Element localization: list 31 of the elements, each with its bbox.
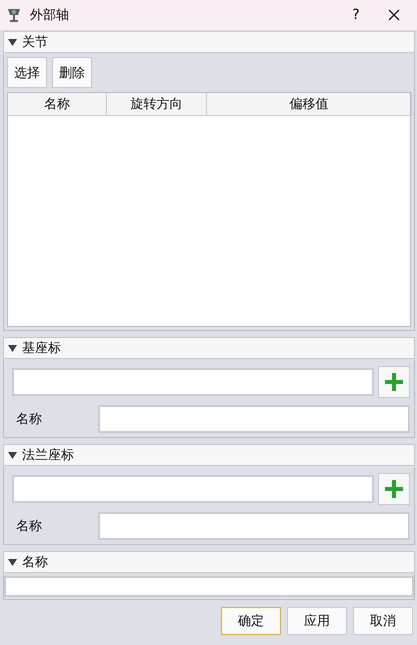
column-header[interactable]: 旋转方向 xyxy=(107,93,207,115)
toolbar-button[interactable]: 删除 xyxy=(52,57,92,88)
app-icon xyxy=(6,7,22,23)
dialog-button[interactable]: 取消 xyxy=(353,607,413,635)
field-label: 名称 xyxy=(15,411,43,428)
close-icon xyxy=(388,9,400,21)
field-label: 名称 xyxy=(15,518,43,535)
section-header[interactable]: 名称 xyxy=(3,551,415,573)
dialog-button[interactable]: 确定 xyxy=(221,607,281,635)
plus-icon xyxy=(384,479,404,499)
column-header[interactable]: 名称 xyxy=(8,93,107,115)
expanded-triangle-icon xyxy=(8,450,17,460)
help-button[interactable]: ? xyxy=(341,3,371,27)
add-button[interactable] xyxy=(378,473,410,505)
section-header[interactable]: 法兰座标 xyxy=(3,444,415,466)
plus-icon xyxy=(384,372,404,392)
frame-field[interactable] xyxy=(12,368,374,396)
expanded-triangle-icon xyxy=(8,558,17,566)
frame-field[interactable] xyxy=(12,475,374,503)
add-button[interactable] xyxy=(378,366,410,398)
section-header[interactable]: 基座标 xyxy=(3,337,415,359)
toolbar-button[interactable]: 选择 xyxy=(7,57,47,88)
window-title: 外部轴 xyxy=(30,7,70,24)
dialog-button[interactable]: 应用 xyxy=(287,607,347,635)
expanded-triangle-icon xyxy=(8,344,17,352)
column-header[interactable]: 偏移值 xyxy=(207,93,412,115)
name-field[interactable] xyxy=(98,512,410,540)
name-field[interactable] xyxy=(4,576,414,597)
expanded-triangle-icon xyxy=(8,38,17,46)
name-field[interactable] xyxy=(98,405,410,433)
section-header[interactable]: 关节 xyxy=(3,31,415,53)
